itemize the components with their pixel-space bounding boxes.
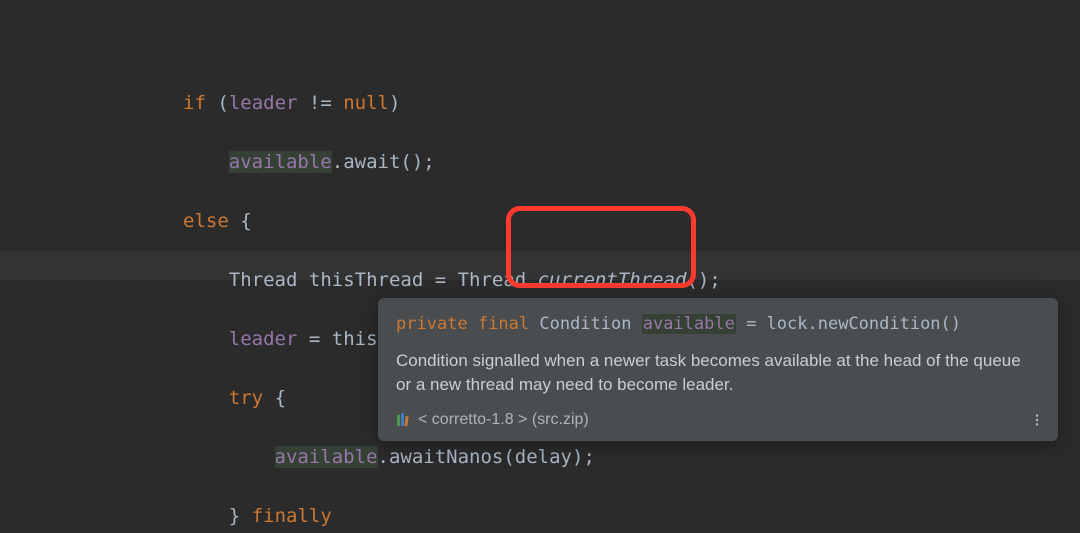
var-delay: delay: [515, 446, 572, 468]
library-icon: [396, 412, 412, 428]
indent: [0, 269, 229, 291]
space: [240, 505, 251, 527]
dot: .: [332, 151, 343, 173]
space: [229, 210, 240, 232]
field-available: available: [642, 314, 736, 334]
type-condition: Condition: [539, 314, 631, 334]
space: [297, 269, 308, 291]
paren-close: ): [389, 92, 400, 114]
code-editor[interactable]: if (leader != null) available.await(); e…: [0, 0, 1080, 533]
equals: =: [423, 269, 457, 291]
doc-source-text: < corretto-1.8 > (src.zip): [418, 408, 589, 431]
field-leader: leader: [229, 92, 298, 114]
type-thread: Thread: [458, 269, 527, 291]
field-available: available: [229, 151, 332, 173]
indent: [0, 210, 183, 232]
space: [206, 92, 217, 114]
keyword-final: final: [478, 314, 529, 334]
dot: .: [526, 269, 537, 291]
keyword-null: null: [343, 92, 389, 114]
brace-close: }: [229, 505, 240, 527]
parens-semi: ();: [400, 151, 434, 173]
keyword-private: private: [396, 314, 468, 334]
field-available: available: [275, 446, 378, 468]
doc-signature: private final Condition available = lock…: [396, 312, 1040, 337]
code-line[interactable]: Thread thisThread = Thread.currentThread…: [0, 266, 1080, 296]
dot: .: [378, 446, 389, 468]
indent: [0, 151, 229, 173]
field-leader: leader: [229, 328, 298, 350]
keyword-else: else: [183, 210, 229, 232]
var-thisThread: thisThread: [309, 269, 423, 291]
doc-source: < corretto-1.8 > (src.zip): [396, 408, 1040, 431]
paren-close-semi: );: [572, 446, 595, 468]
init-expr: = lock.newCondition(): [736, 314, 961, 334]
doc-description: Condition signalled when a newer task be…: [396, 349, 1040, 398]
keyword-finally: finally: [252, 505, 332, 527]
code-line[interactable]: if (leader != null): [0, 89, 1080, 119]
paren-open: (: [503, 446, 514, 468]
quick-doc-popup[interactable]: private final Condition available = lock…: [378, 298, 1058, 441]
code-line[interactable]: available.awaitNanos(delay);: [0, 443, 1080, 473]
space: [332, 505, 343, 527]
equals: =: [297, 328, 331, 350]
keyword-if: if: [183, 92, 206, 114]
indent: [0, 505, 229, 527]
indent: [0, 446, 275, 468]
code-line[interactable]: available.await();: [0, 148, 1080, 178]
parens-semi: ();: [686, 269, 720, 291]
indent: [0, 328, 229, 350]
code-line[interactable]: [0, 30, 1080, 60]
type-thread: Thread: [229, 269, 298, 291]
brace-open: {: [275, 387, 286, 409]
method-currentThread: currentThread: [538, 269, 687, 291]
indent: [0, 387, 229, 409]
code-line[interactable]: else {: [0, 207, 1080, 237]
space: [263, 387, 274, 409]
method-awaitNanos: awaitNanos: [389, 446, 503, 468]
doc-more-actions[interactable]: [1030, 410, 1044, 435]
keyword-try: try: [229, 387, 263, 409]
method-await: await: [343, 151, 400, 173]
indent: [0, 92, 183, 114]
code-line[interactable]: } finally: [0, 502, 1080, 532]
paren-open: (: [217, 92, 228, 114]
brace-open: {: [240, 210, 251, 232]
operator: !=: [297, 92, 343, 114]
